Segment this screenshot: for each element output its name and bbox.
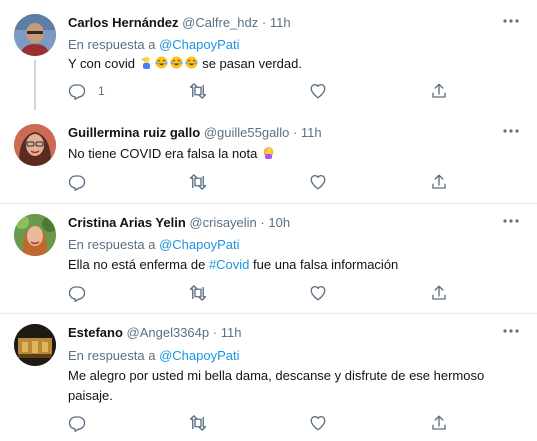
tweet-text: No tiene COVID era falsa la nota xyxy=(68,144,497,164)
separator-dot: · xyxy=(292,125,298,140)
tweet[interactable]: Guillermina ruiz gallo @guille55gallo · … xyxy=(0,110,537,204)
timestamp[interactable]: 11h xyxy=(221,325,242,340)
retweet-icon xyxy=(189,285,207,301)
face-with-tears-of-joy-icon xyxy=(155,56,168,69)
reply-icon xyxy=(68,84,86,100)
retweet-icon xyxy=(189,174,207,190)
like-button[interactable] xyxy=(309,173,327,191)
heart-icon xyxy=(310,83,326,99)
heart-icon xyxy=(310,415,326,431)
face-with-tears-of-joy-icon xyxy=(170,56,183,69)
retweet-icon xyxy=(189,415,207,431)
face-with-tears-of-joy-icon xyxy=(185,56,198,69)
reply-button[interactable] xyxy=(68,284,86,302)
display-name[interactable]: Cristina Arias Yelin xyxy=(68,215,186,230)
tweet-text-line: paisaje. xyxy=(68,388,113,403)
share-icon xyxy=(432,415,446,430)
share-button[interactable] xyxy=(430,414,448,432)
reply-button[interactable] xyxy=(68,414,86,432)
tweet-text-part: No tiene COVID era falsa la nota xyxy=(68,146,258,161)
separator-dot: · xyxy=(212,325,218,340)
person-facepalming-icon xyxy=(141,56,150,69)
tweet-text: Y con covid se pasan verdad. xyxy=(68,54,497,74)
reply-context: En respuesta a @ChapoyPati xyxy=(68,348,239,364)
tweet-text-part: fue una falsa información xyxy=(253,257,399,272)
tweet-text-part: Ella no está enferma de xyxy=(68,257,206,272)
reply-button[interactable]: 1 xyxy=(68,82,105,100)
retweet-button[interactable] xyxy=(189,284,207,302)
user-handle[interactable]: @Calfre_hdz xyxy=(182,15,258,30)
more-options-icon[interactable] xyxy=(503,19,519,23)
user-handle[interactable]: @crisayelin xyxy=(189,215,256,230)
reply-context: En respuesta a @ChapoyPati xyxy=(68,237,239,253)
tweet-header: Cristina Arias Yelin @crisayelin · 10h xyxy=(68,215,290,231)
avatar[interactable] xyxy=(14,214,56,256)
tweet-text: Ella no está enferma de #Covid fue una f… xyxy=(68,255,497,275)
reply-icon xyxy=(68,175,86,191)
tweet-text-part: Y con covid xyxy=(68,56,135,71)
reply-mention-link[interactable]: @ChapoyPati xyxy=(159,237,239,252)
more-options-icon[interactable] xyxy=(503,219,519,223)
thread-line xyxy=(34,60,36,112)
retweet-icon xyxy=(189,83,207,99)
display-name[interactable]: Carlos Hernández xyxy=(68,15,179,30)
tweet[interactable]: Estefano @Angel3364p · 11h En respuesta … xyxy=(0,314,537,441)
reply-icon xyxy=(68,416,86,432)
tweet-text: Me alegro por usted mi bella dama, desca… xyxy=(68,366,497,406)
display-name[interactable]: Guillermina ruiz gallo xyxy=(68,125,200,140)
tweet[interactable]: Cristina Arias Yelin @crisayelin · 10h E… xyxy=(0,204,537,314)
retweet-button[interactable] xyxy=(189,82,207,100)
tweet-text-line: Me alegro por usted mi bella dama, desca… xyxy=(68,368,485,383)
separator-dot: · xyxy=(260,215,265,230)
reply-prefix: En respuesta a xyxy=(68,348,156,363)
like-button[interactable] xyxy=(309,82,327,100)
more-options-icon[interactable] xyxy=(503,129,519,133)
share-icon xyxy=(432,285,446,300)
reply-context: En respuesta a @ChapoyPati xyxy=(68,37,239,53)
reply-prefix: En respuesta a xyxy=(68,37,156,52)
tweet-header: Carlos Hernández @Calfre_hdz · 11h xyxy=(68,15,291,31)
timestamp[interactable]: 11h xyxy=(270,15,291,30)
more-options-icon[interactable] xyxy=(503,329,519,333)
reply-button[interactable] xyxy=(68,173,86,191)
like-button[interactable] xyxy=(309,284,327,302)
user-handle[interactable]: @guille55gallo xyxy=(204,125,289,140)
like-button[interactable] xyxy=(309,414,327,432)
retweet-button[interactable] xyxy=(189,414,207,432)
share-icon xyxy=(432,83,446,98)
tweet-text-part: se pasan verdad. xyxy=(202,56,302,71)
user-handle[interactable]: @Angel3364p xyxy=(127,325,210,340)
reply-prefix: En respuesta a xyxy=(68,237,156,252)
reply-mention-link[interactable]: @ChapoyPati xyxy=(159,37,239,52)
tweet-actions xyxy=(68,414,468,432)
separator-dot: · xyxy=(261,15,267,30)
avatar[interactable] xyxy=(14,324,56,366)
reply-icon xyxy=(68,286,86,302)
display-name[interactable]: Estefano xyxy=(68,325,123,340)
heart-icon xyxy=(310,174,326,190)
tweet-actions: 1 xyxy=(68,82,468,100)
tweet-header: Estefano @Angel3364p · 11h xyxy=(68,325,241,341)
woman-facepalming-icon xyxy=(263,147,274,159)
avatar[interactable] xyxy=(14,14,56,56)
reply-count: 1 xyxy=(98,84,105,98)
timestamp[interactable]: 10h xyxy=(268,215,290,230)
avatar[interactable] xyxy=(14,124,56,166)
tweet[interactable]: Carlos Hernández @Calfre_hdz · 11h En re… xyxy=(0,0,537,112)
share-button[interactable] xyxy=(430,284,448,302)
heart-icon xyxy=(310,285,326,301)
retweet-button[interactable] xyxy=(189,173,207,191)
tweet-actions xyxy=(68,173,468,191)
share-button[interactable] xyxy=(430,82,448,100)
share-icon xyxy=(432,174,446,189)
reply-mention-link[interactable]: @ChapoyPati xyxy=(159,348,239,363)
hashtag-link[interactable]: #Covid xyxy=(209,257,249,272)
share-button[interactable] xyxy=(430,173,448,191)
timestamp[interactable]: 11h xyxy=(301,125,322,140)
tweet-actions xyxy=(68,284,468,302)
tweet-header: Guillermina ruiz gallo @guille55gallo · … xyxy=(68,125,322,141)
